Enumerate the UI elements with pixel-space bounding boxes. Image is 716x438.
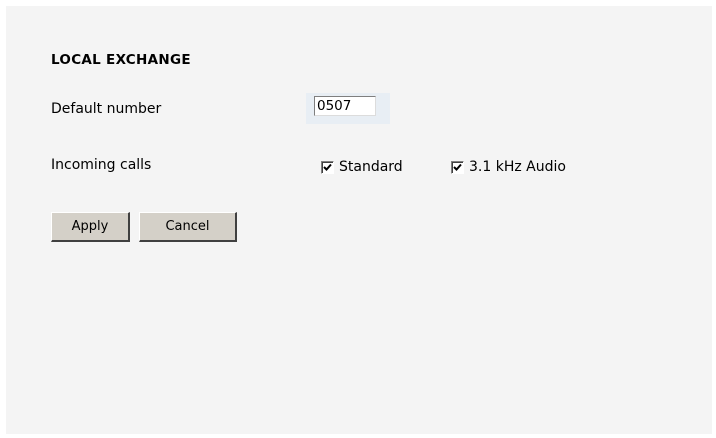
incoming-calls-label: Incoming calls: [51, 157, 152, 173]
settings-panel: LOCAL EXCHANGE Default number Incoming c…: [6, 6, 712, 434]
apply-button[interactable]: Apply: [51, 212, 130, 242]
audio-checkbox-group[interactable]: 3.1 kHz Audio: [451, 159, 566, 175]
standard-checkbox[interactable]: [321, 160, 334, 174]
cancel-button[interactable]: Cancel: [139, 212, 237, 242]
default-number-label: Default number: [51, 101, 162, 117]
section-title: LOCAL EXCHANGE: [51, 52, 191, 68]
audio-checkbox-label: 3.1 kHz Audio: [469, 159, 566, 175]
checkmark-icon: [323, 163, 332, 171]
default-number-field-wrapper: [306, 93, 390, 124]
audio-checkbox[interactable]: [451, 160, 464, 174]
standard-checkbox-label: Standard: [339, 159, 403, 175]
checkmark-icon: [453, 163, 462, 171]
standard-checkbox-group[interactable]: Standard: [321, 159, 403, 175]
default-number-input[interactable]: [314, 96, 376, 116]
